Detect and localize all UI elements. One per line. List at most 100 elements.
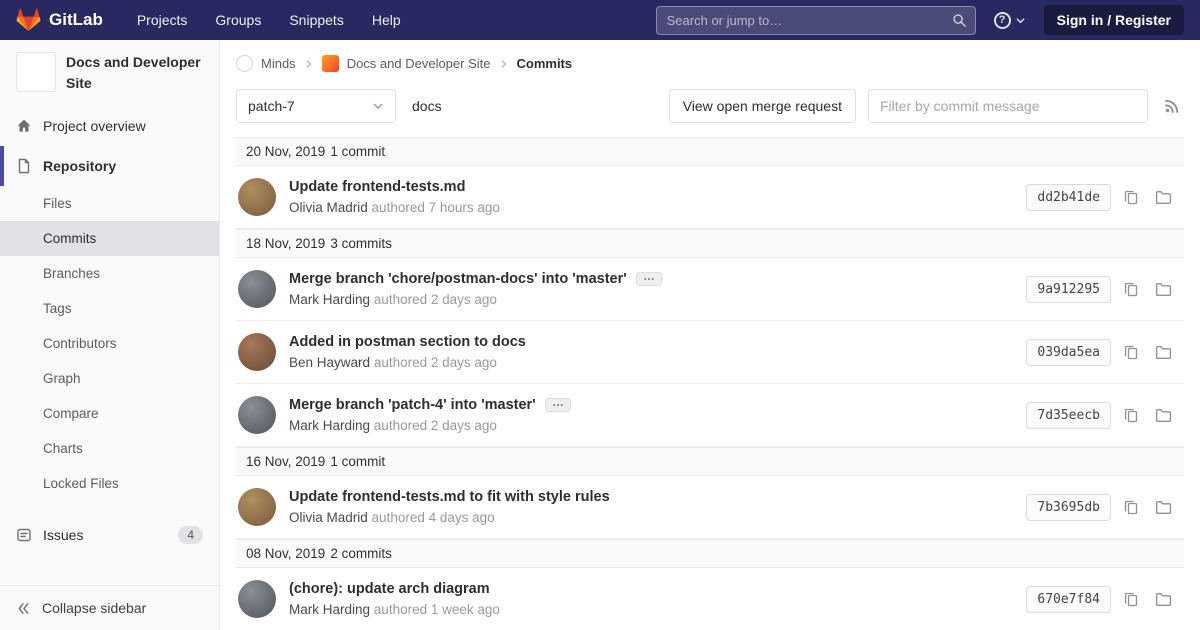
project-title: Docs and Developer Site — [66, 52, 203, 94]
sidebar-item-repository[interactable]: Repository — [0, 146, 219, 186]
help-menu[interactable]: ? — [994, 12, 1026, 29]
commit-title-link[interactable]: (chore): update arch diagram — [289, 581, 490, 597]
folder-icon — [1155, 591, 1172, 608]
commit-sha[interactable]: 9a912295 — [1026, 276, 1111, 303]
issues-icon — [16, 527, 32, 543]
collapse-sidebar-button[interactable]: Collapse sidebar — [0, 585, 219, 630]
browse-files-button[interactable] — [1151, 340, 1176, 365]
sidebar-item-commits[interactable]: Commits — [0, 221, 219, 256]
avatar[interactable] — [238, 178, 276, 216]
breadcrumb-group[interactable]: Minds — [261, 56, 296, 71]
toggle-commit-description-button[interactable] — [545, 398, 571, 412]
commit-title-link[interactable]: Update frontend-tests.md — [289, 179, 465, 195]
copy-icon — [1123, 344, 1139, 360]
commit-list: 20 Nov, 2019 1 commit Update frontend-te… — [236, 137, 1184, 630]
commit-author-link[interactable]: Mark Harding — [289, 292, 370, 307]
copy-icon — [1123, 499, 1139, 515]
rss-feed-button[interactable] — [1160, 94, 1184, 118]
sidebar: Docs and Developer Site Project overview… — [0, 40, 220, 630]
commit-author-link[interactable]: Olivia Madrid — [289, 200, 368, 215]
browse-files-button[interactable] — [1151, 185, 1176, 210]
folder-icon — [1155, 189, 1172, 206]
nav-snippets[interactable]: Snippets — [289, 12, 343, 28]
nav-groups[interactable]: Groups — [215, 12, 261, 28]
commit-row: Update frontend-tests.md to fit with sty… — [236, 476, 1184, 539]
browse-files-button[interactable] — [1151, 495, 1176, 520]
group-avatar — [236, 55, 253, 72]
avatar[interactable] — [238, 580, 276, 618]
commit-author-link[interactable]: Ben Hayward — [289, 355, 370, 370]
sidebar-item-contributors[interactable]: Contributors — [0, 326, 219, 361]
commit-author-link[interactable]: Mark Harding — [289, 418, 370, 433]
browse-files-button[interactable] — [1151, 587, 1176, 612]
toggle-commit-description-button[interactable] — [636, 272, 662, 286]
collapse-label: Collapse sidebar — [42, 600, 146, 616]
repository-subnav: Files Commits Branches Tags Contributors… — [0, 186, 219, 501]
copy-sha-button[interactable] — [1119, 340, 1143, 364]
avatar[interactable] — [238, 270, 276, 308]
gitlab-logo[interactable]: GitLab — [16, 8, 103, 32]
breadcrumb-project[interactable]: Docs and Developer Site — [347, 56, 491, 71]
folder-icon — [1155, 407, 1172, 424]
copy-icon — [1123, 591, 1139, 607]
sidebar-item-branches[interactable]: Branches — [0, 256, 219, 291]
copy-sha-button[interactable] — [1119, 403, 1143, 427]
commit-sha[interactable]: 670e7f84 — [1026, 586, 1111, 613]
home-icon — [16, 118, 32, 134]
commit-row: Merge branch 'patch-4' into 'master' Mar… — [236, 384, 1184, 447]
nav-help[interactable]: Help — [372, 12, 401, 28]
filter-commit-message-input[interactable] — [868, 89, 1148, 123]
folder-icon — [1155, 344, 1172, 361]
commit-sha[interactable]: 7d35eecb — [1026, 402, 1111, 429]
sidebar-item-locked-files[interactable]: Locked Files — [0, 466, 219, 501]
commit-time: authored 4 days ago — [372, 510, 495, 525]
sidebar-item-project-overview[interactable]: Project overview — [0, 106, 219, 146]
sidebar-item-charts[interactable]: Charts — [0, 431, 219, 466]
commit-date-header: 20 Nov, 2019 1 commit — [236, 137, 1184, 166]
sidebar-item-tags[interactable]: Tags — [0, 291, 219, 326]
commit-count: 3 commits — [330, 236, 392, 251]
avatar[interactable] — [238, 333, 276, 371]
sidebar-item-compare[interactable]: Compare — [0, 396, 219, 431]
commit-author-link[interactable]: Mark Harding — [289, 602, 370, 617]
commit-title-link[interactable]: Added in postman section to docs — [289, 334, 526, 350]
path-breadcrumb[interactable]: docs — [412, 98, 442, 114]
main-content: Minds Docs and Developer Site Commits pa… — [220, 40, 1200, 630]
commit-title-link[interactable]: Update frontend-tests.md to fit with sty… — [289, 489, 610, 505]
browse-files-button[interactable] — [1151, 403, 1176, 428]
commit-title-link[interactable]: Merge branch 'patch-4' into 'master' — [289, 397, 536, 413]
commit-author-link[interactable]: Olivia Madrid — [289, 510, 368, 525]
commit-date-header: 18 Nov, 2019 3 commits — [236, 229, 1184, 258]
sidebar-item-files[interactable]: Files — [0, 186, 219, 221]
tanuki-icon — [16, 8, 41, 32]
avatar[interactable] — [238, 396, 276, 434]
project-avatar — [16, 52, 56, 92]
browse-files-button[interactable] — [1151, 277, 1176, 302]
issues-count-badge: 4 — [178, 526, 203, 544]
commit-sha[interactable]: 7b3695db — [1026, 494, 1111, 521]
commit-sha[interactable]: dd2b41de — [1026, 184, 1111, 211]
rss-icon — [1164, 98, 1180, 114]
commit-sha[interactable]: 039da5ea — [1026, 339, 1111, 366]
copy-sha-button[interactable] — [1119, 495, 1143, 519]
copy-sha-button[interactable] — [1119, 277, 1143, 301]
sidebar-item-issues[interactable]: Issues 4 — [0, 514, 219, 556]
copy-sha-button[interactable] — [1119, 587, 1143, 611]
avatar[interactable] — [238, 488, 276, 526]
branch-selector[interactable]: patch-7 — [236, 89, 396, 123]
commit-title-link[interactable]: Merge branch 'chore/postman-docs' into '… — [289, 271, 627, 287]
commit-row: Added in postman section to docs Ben Hay… — [236, 321, 1184, 384]
sign-in-button[interactable]: Sign in / Register — [1044, 5, 1184, 35]
copy-icon — [1123, 281, 1139, 297]
breadcrumb-current: Commits — [517, 56, 573, 71]
commit-date: 16 Nov, 2019 — [246, 454, 325, 469]
copy-sha-button[interactable] — [1119, 185, 1143, 209]
nav-projects[interactable]: Projects — [137, 12, 188, 28]
view-open-merge-request-button[interactable]: View open merge request — [669, 89, 856, 123]
project-header[interactable]: Docs and Developer Site — [0, 40, 219, 106]
sidebar-item-graph[interactable]: Graph — [0, 361, 219, 396]
commit-date: 20 Nov, 2019 — [246, 144, 325, 159]
copy-icon — [1123, 407, 1139, 423]
sidebar-item-label: Project overview — [43, 118, 146, 134]
search-input[interactable] — [656, 6, 976, 35]
